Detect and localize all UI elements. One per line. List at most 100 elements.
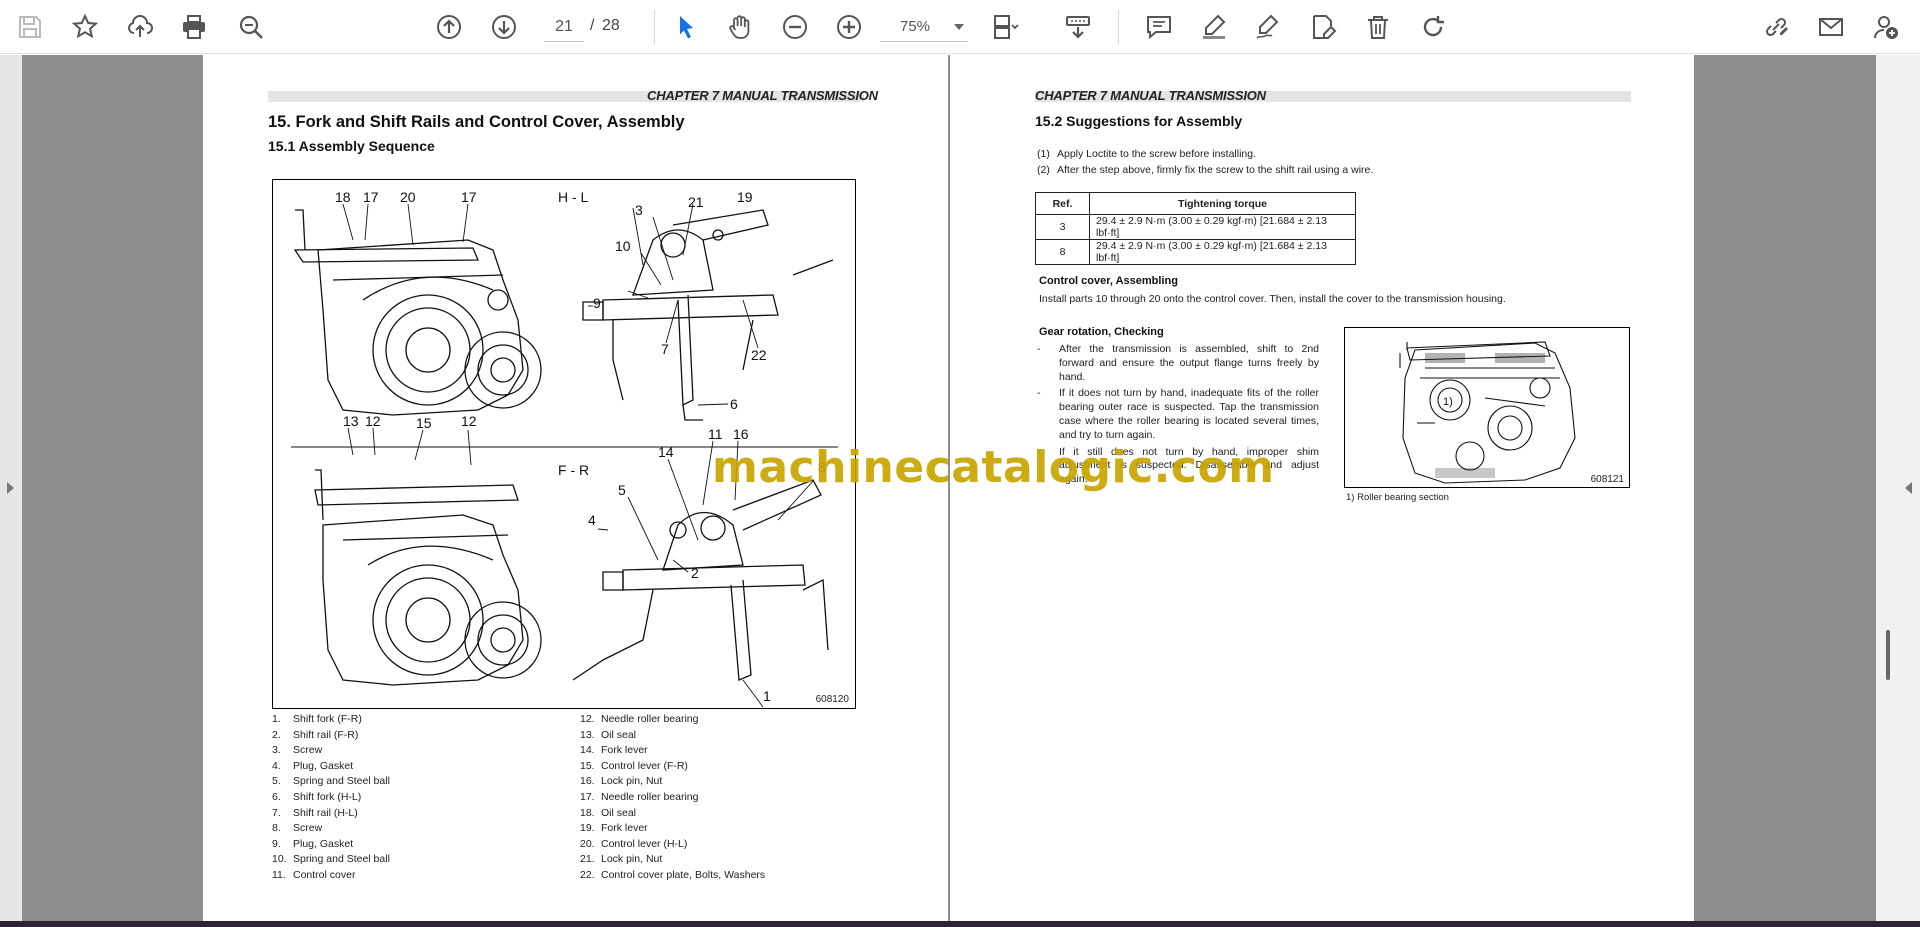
upload-cloud-icon[interactable] — [122, 9, 158, 45]
callout-bottom-14: 14 — [658, 444, 674, 460]
figure-code: 608120 — [815, 694, 849, 705]
list-item: 16. Lock pin, Nut — [580, 775, 663, 788]
list-item: 12. Needle roller bearing — [580, 713, 699, 725]
gear-rotation-heading: Gear rotation, Checking — [1039, 326, 1164, 338]
print-icon[interactable] — [176, 9, 212, 45]
callout-bottom-13: 13 — [343, 413, 359, 429]
callout-bottom-2: 2 — [691, 565, 699, 581]
callout-top-9: 9 — [593, 295, 601, 311]
next-page-icon[interactable] — [486, 9, 522, 45]
highlight-pen-icon[interactable] — [1196, 9, 1232, 45]
callout-bottom-11: 11 — [708, 426, 723, 442]
control-cover-text: Install parts 10 through 20 onto the con… — [1039, 293, 1506, 305]
table-header: Ref. — [1035, 192, 1090, 215]
list-item: 5. Spring and Steel ball — [272, 775, 390, 788]
list-item: 13. Oil seal — [580, 728, 637, 741]
list-item: 17. Needle roller bearing — [580, 790, 699, 803]
chevron-down-icon — [954, 24, 964, 30]
zoom-minus-icon[interactable] — [777, 9, 813, 45]
callout-top-3: 3 — [635, 202, 643, 218]
callout-top-17a: 17 — [363, 189, 379, 205]
prev-page-icon[interactable] — [431, 9, 467, 45]
callout-top-22: 22 — [751, 347, 767, 363]
list-item: (1) Apply Loctite to the screw before ins… — [1037, 148, 1257, 160]
figure2-callout: 1) — [1443, 396, 1453, 408]
callout-bottom-16: 16 — [733, 426, 749, 442]
zoom-value: 75% — [900, 18, 931, 35]
roller-bearing-figure: 1) 608121 — [1344, 327, 1630, 488]
redo-icon[interactable] — [1415, 9, 1451, 45]
delete-icon[interactable] — [1360, 9, 1396, 45]
callout-bottom-4: 4 — [588, 512, 596, 528]
list-item: 18. Oil seal — [580, 806, 637, 819]
toolbar-divider — [1118, 10, 1119, 44]
section-title: 15. Fork and Shift Rails and Control Cov… — [268, 113, 685, 131]
transmission-photo-drawing: 1) — [1399, 341, 1576, 484]
callout-top-6: 6 — [730, 396, 738, 412]
save-icon[interactable] — [12, 9, 48, 45]
list-item: (2) After the step above, firmly fix the … — [1037, 164, 1374, 176]
email-icon[interactable] — [1813, 9, 1849, 45]
table-row: 3 29.4 ± 2.9 N·m (3.00 ± 0.29 kgf·m) [21… — [1035, 214, 1356, 240]
taskbar-strip — [0, 921, 1920, 927]
callout-bottom-15: 15 — [416, 415, 432, 431]
table-header: Tightening torque — [1089, 192, 1356, 215]
table-cell: 3 — [1035, 214, 1090, 240]
callout-top-19: 19 — [737, 189, 753, 205]
zoom-select[interactable]: 75% — [880, 12, 968, 42]
watermark: machinecatalogic.com — [712, 442, 1275, 493]
list-item: 1. Shift fork (F-R) — [272, 713, 362, 725]
parts-list-left: 1. Shift fork (F-R) 2. Shift rail (F-R) 3.… — [272, 713, 390, 885]
control-cover-heading: Control cover, Assembling — [1039, 275, 1178, 287]
list-item: 7. Shift rail (H-L) — [272, 806, 358, 819]
callout-top-21: 21 — [688, 194, 704, 210]
table-cell: 29.4 ± 2.9 N·m (3.00 ± 0.29 kgf·m) [21.6… — [1089, 239, 1356, 265]
toolbar-divider — [654, 10, 655, 44]
zoom-out-search-icon[interactable] — [233, 9, 269, 45]
bookmark-star-icon[interactable] — [67, 9, 103, 45]
hand-pan-icon[interactable] — [722, 9, 758, 45]
figure-label-hl: H - L — [558, 189, 589, 205]
figure2-caption: 1) Roller bearing section — [1346, 492, 1449, 503]
callout-bottom-12a: 12 — [365, 413, 381, 429]
list-item: 3. Screw — [272, 744, 323, 757]
scroll-mode-icon[interactable] — [1060, 9, 1096, 45]
list-item: 8. Screw — [272, 822, 323, 835]
select-pointer-icon[interactable] — [668, 9, 704, 45]
edit-text-icon[interactable] — [1305, 9, 1341, 45]
page-separator: / — [590, 17, 595, 34]
callout-bottom-5: 5 — [618, 482, 626, 498]
page-fit-icon[interactable] — [988, 9, 1024, 45]
list-item: 19. Fork lever — [580, 822, 648, 835]
share-link-icon[interactable] — [1758, 9, 1794, 45]
zoom-plus-icon[interactable] — [831, 9, 867, 45]
sign-pen-icon[interactable] — [1250, 9, 1286, 45]
callout-top-17b: 17 — [461, 189, 477, 205]
list-item: 10. Spring and Steel ball — [272, 853, 390, 866]
list-item: 2. Shift rail (F-R) — [272, 728, 359, 741]
subsection-title: 15.1 Assembly Sequence — [268, 138, 435, 154]
list-item: 14. Fork lever — [580, 744, 648, 757]
expand-left-panel-icon[interactable] — [7, 482, 14, 494]
figure-label-fr: F - R — [558, 462, 589, 478]
callout-top-18: 18 — [335, 189, 351, 205]
comment-icon[interactable] — [1141, 9, 1177, 45]
section-title: 15.2 Suggestions for Assembly — [1035, 113, 1243, 129]
callout-top-20: 20 — [400, 189, 416, 205]
list-item: 22. Control cover plate, Bolts, Washers — [580, 868, 766, 881]
list-item: - After the transmission is assembled, sh… — [1037, 343, 1319, 383]
table-header-row: Ref. Tightening torque — [1035, 192, 1356, 215]
add-user-icon[interactable] — [1868, 9, 1904, 45]
parts-list-right: 12. Needle roller bearing 13. Oil seal 14.… — [580, 713, 765, 885]
page-number-input[interactable] — [544, 12, 584, 42]
chapter-header: CHAPTER 7 MANUAL TRANSMISSION — [647, 88, 878, 103]
vertical-scrollbar-thumb[interactable] — [1886, 630, 1890, 680]
table-cell: 29.4 ± 2.9 N·m (3.00 ± 0.29 kgf·m) [21.6… — [1089, 214, 1356, 240]
table-cell: 8 — [1035, 239, 1090, 265]
right-panel-strip[interactable] — [1876, 55, 1920, 921]
list-item: 9. Plug, Gasket — [272, 837, 354, 850]
expand-right-panel-icon[interactable] — [1905, 482, 1912, 494]
figure2-code: 608121 — [1590, 474, 1624, 485]
suggestions-list: (1) Apply Loctite to the screw before ins… — [1037, 148, 1373, 180]
list-item: 21. Lock pin, Nut — [580, 853, 663, 866]
